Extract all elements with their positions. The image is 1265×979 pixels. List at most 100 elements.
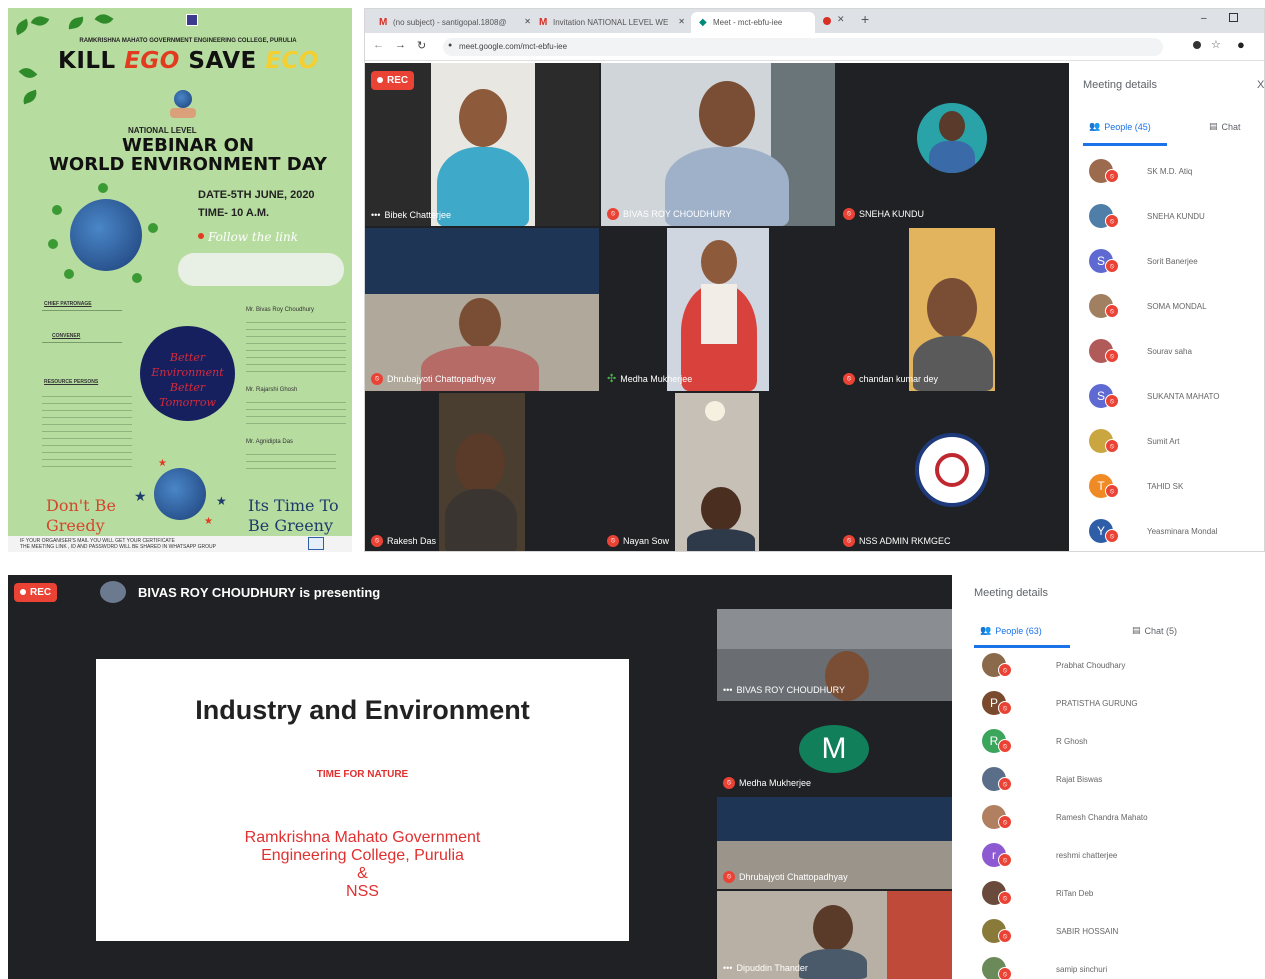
video-tile[interactable]: ⦸ BIVAS ROY CHOUDHURY [601,63,835,226]
participant-name-text: Nayan Sow [623,536,670,546]
tab-chat[interactable]: ▤ Chat (5) [1132,625,1177,636]
video-tile[interactable]: ⦸ Nayan Sow [601,393,835,551]
tab-chat[interactable]: ▤ Chat [1209,121,1241,132]
text-lines [42,310,122,324]
webinar-line2: WORLD ENVIRONMENT DAY [49,154,327,175]
participant-avatar: M [799,725,869,773]
rec-badge: REC [371,71,415,90]
video-tile[interactable]: ⦸ Dhrubajyoti Chattopadhyay [717,797,952,889]
video-tile[interactable]: ••• BIVAS ROY CHOUDHURY [717,609,952,701]
participant-row[interactable]: ⦸ Sourav saha [1071,331,1264,371]
participant-row[interactable]: ⦸ samip sinchuri [960,951,1265,979]
back-icon[interactable]: ← [373,39,384,51]
participant-row[interactable]: r ⦸ reshmi chatterjee [960,837,1265,877]
participant-name-text: chandan kumar dey [859,374,939,384]
headline-save: SAVE [188,48,257,74]
speaking-icon: ✣ [607,373,617,385]
mic-off-icon: ⦸ [1105,259,1119,273]
reload-icon[interactable]: ↻ [417,39,426,52]
laptop-icon [308,537,324,550]
poster-follow-link: Follow the link [208,230,299,244]
minimize-icon[interactable]: ‒ [1201,13,1207,24]
participant-name-text: Medha Mukherjee [739,778,812,788]
tab-meet[interactable]: ◆ Meet - mct-ebfu-iee [691,12,815,33]
tab-people[interactable]: 👥 People (45) [1089,121,1151,132]
tab-chat-label: Chat (5) [1144,625,1178,636]
participant-row[interactable]: S ⦸ SUKANTA MAHATO [1071,376,1264,416]
participant-row[interactable]: ⦸ Prabhat Choudhary [960,647,1265,687]
recording-dot-icon [823,17,831,25]
tab-gmail-1[interactable]: M (no subject) - santigopal.1808@ ✕ [371,12,537,33]
participant-name: ⦸ NSS ADMIN RKMGEC [843,535,951,547]
close-tab-icon[interactable]: ✕ [678,17,685,26]
people-icon: 👥 [1089,121,1101,131]
poster-its-time: Its Time To Be Greeny [248,496,339,536]
star-bookmark-icon[interactable]: ☆ [1211,38,1221,51]
participant-row[interactable]: P ⦸ PRATISTHA GURUNG [960,685,1265,725]
poster-time: TIME- 10 A.M. [198,207,270,219]
mic-off-icon: ⦸ [723,871,735,883]
participant-name-text: BIVAS ROY CHOUDHURY [736,685,845,695]
url-input[interactable]: ● meet.google.com/mct-ebfu-iee [443,38,1163,56]
footer-line2: THE MEETING LINK , ID AND PASSWORD WILL … [20,544,216,550]
participant-row[interactable]: ⦸ SABIR HOSSAIN [960,913,1265,953]
resource-persons-heading: RESOURCE PERSONS [44,379,99,385]
participant-row[interactable]: ⦸ Ramesh Chandra Mahato [960,799,1265,839]
video-tile[interactable]: ✣ Medha Mukherjee [601,228,835,391]
leaf-decoration [12,18,32,36]
participant-name: Ramesh Chandra Mahato [1056,813,1148,822]
participant-row[interactable]: ⦸ RiTan Deb [960,875,1265,915]
participant-name-text: Bibek Chatterjee [384,210,451,220]
tab-people[interactable]: 👥 People (63) [980,625,1042,636]
maximize-icon[interactable] [1229,13,1238,22]
tab-people-label: People (63) [995,625,1042,636]
video-tile[interactable]: M ⦸ Medha Mukherjee [717,703,952,795]
participant-row[interactable]: ⦸ SOMA MONDAL [1071,286,1264,326]
participant-name-text: Dhrubajyoti Chattopadhyay [739,872,848,882]
speaker2: Mr. Rajarshi Ghosh [246,387,298,393]
people-icon: 👥 [980,625,992,635]
participant-name: SOMA MONDAL [1147,302,1207,311]
presentation-view: REC BIVAS ROY CHOUDHURY is presenting In… [8,575,952,979]
chat-icon: ▤ [1209,121,1218,131]
text-lines [246,316,346,372]
participant-row[interactable]: ⦸ SK M.D. Atiq [1071,151,1264,191]
its-time-line1: Its Time To [248,496,339,515]
participant-row[interactable]: ⦸ SNEHA KUNDU [1071,196,1264,236]
forward-icon[interactable]: → [395,39,406,51]
participant-name-text: Dhrubajyoti Chattopadhyay [387,374,496,384]
poster-dont-be-greedy: Don't Be Greedy [46,496,116,536]
tab-chat-label: Chat [1221,121,1241,132]
text-lines [42,390,132,470]
participant-row[interactable]: R ⦸ R Ghosh [960,723,1265,763]
participant-row[interactable]: ⦸ Rajat Biswas [960,761,1265,801]
participant-row[interactable]: Y ⦸ Yeasminara Mondal [1071,511,1264,551]
video-tile[interactable]: ⦸ NSS ADMIN RKMGEC [837,393,1069,551]
profile-icon[interactable]: ● [1237,37,1245,52]
presenting-banner: BIVAS ROY CHOUDHURY is presenting [138,585,381,600]
video-tile[interactable]: REC ••• Bibek Chatterjee [365,63,599,226]
participant-name: reshmi chatterjee [1056,851,1118,860]
participant-row[interactable]: T ⦸ TAHID SK [1071,466,1264,506]
tab-gmail-2[interactable]: M Invitation NATIONAL LEVEL WE ✕ [531,12,691,33]
close-tab-icon[interactable]: ✕ [837,14,845,25]
video-tile[interactable]: ••• Dipuddin Thander [717,891,952,979]
video-tile[interactable]: ⦸ Rakesh Das [365,393,599,551]
mic-off-icon: ⦸ [1105,214,1119,228]
chief-patronage-heading: CHIEF PATRONAGE [44,301,92,307]
video-tile[interactable]: ⦸ chandan kumar dey [837,228,1069,391]
star-icon: ★ [134,488,147,504]
video-tile[interactable]: ⦸ SNEHA KUNDU [837,63,1069,226]
close-icon[interactable]: X [1257,79,1264,91]
poster-footer: IF YOUR ORGANISER'S MAIL YOU WILL GET YO… [8,536,352,552]
slide-body: Ramkrishna Mahato Government Engineering… [96,829,629,901]
participant-row[interactable]: ⦸ Sumit Art [1071,421,1264,461]
url-text: meet.google.com/mct-ebfu-iee [459,42,568,51]
participant-row[interactable]: S ⦸ Sorit Banerjee [1071,241,1264,281]
participant-name: TAHID SK [1147,482,1184,491]
participant-name: SABIR HOSSAIN [1056,927,1119,936]
video-tile[interactable]: ⦸ Dhrubajyoti Chattopadhyay [365,228,599,391]
new-tab-button[interactable]: + [861,11,869,27]
close-tab-icon[interactable]: ✕ [524,17,531,26]
mic-off-icon: ⦸ [371,373,383,385]
